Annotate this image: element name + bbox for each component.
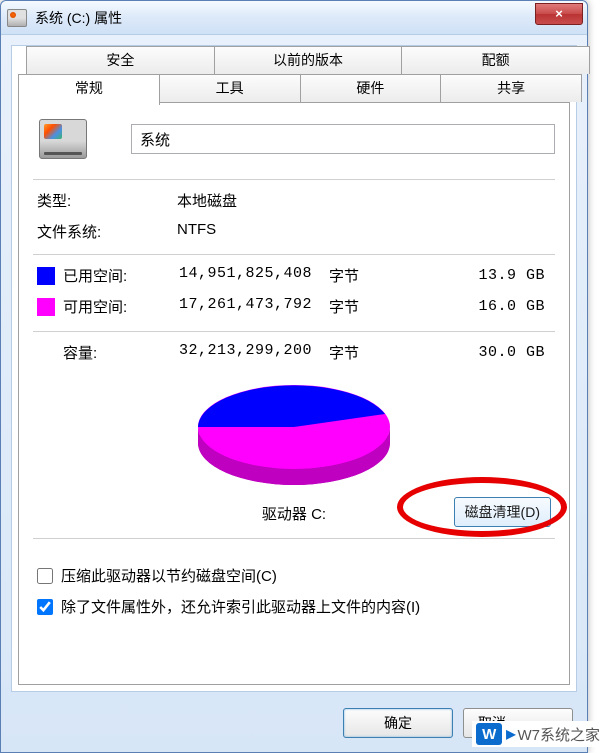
free-unit: 字节 [329, 296, 359, 317]
used-unit: 字节 [329, 265, 359, 286]
tab-sharing[interactable]: 共享 [440, 74, 582, 102]
free-bytes: 17,261,473,792 [179, 296, 312, 317]
filesystem-value: NTFS [177, 221, 555, 242]
drive-icon-large [39, 119, 87, 159]
capacity-bytes: 32,213,299,200 [179, 342, 312, 363]
index-checkbox[interactable] [37, 599, 53, 615]
tab-tools[interactable]: 工具 [159, 74, 301, 102]
disk-cleanup-button[interactable]: 磁盘清理(D) [454, 497, 551, 527]
drive-icon [7, 9, 27, 27]
capacity-gb: 30.0 GB [359, 344, 555, 361]
chevron-right-icon: ▶ [506, 727, 515, 741]
divider [33, 538, 555, 539]
compress-checkbox-row[interactable]: 压缩此驱动器以节约磁盘空间(C) [37, 565, 555, 586]
tab-general[interactable]: 常规 [18, 74, 160, 105]
capacity-unit: 字节 [329, 342, 359, 363]
close-button[interactable]: × [535, 3, 583, 25]
compress-label: 压缩此驱动器以节约磁盘空间(C) [61, 565, 277, 586]
properties-dialog: 系统 (C:) 属性 × 安全 以前的版本 配额 常规 工具 硬件 共享 [0, 0, 588, 753]
used-label: 已用空间: [63, 265, 179, 286]
tab-hardware[interactable]: 硬件 [300, 74, 442, 102]
divider [33, 179, 555, 180]
divider [33, 254, 555, 255]
used-swatch [37, 267, 55, 285]
type-value: 本地磁盘 [177, 190, 555, 211]
type-label: 类型: [37, 190, 177, 211]
tab-general-panel: 类型: 本地磁盘 文件系统: NTFS 已用空间: 14,951,825,408… [18, 102, 570, 685]
watermark-badge: W [476, 723, 502, 745]
capacity-label: 容量: [63, 342, 179, 363]
divider [33, 331, 555, 332]
ok-button[interactable]: 确定 [343, 708, 453, 738]
close-icon: × [555, 6, 563, 21]
filesystem-label: 文件系统: [37, 221, 177, 242]
pie-svg [189, 377, 399, 497]
drive-letter-label: 驱动器 C: [262, 503, 326, 524]
free-swatch [37, 298, 55, 316]
window-title: 系统 (C:) 属性 [35, 8, 122, 28]
volume-name-input[interactable] [131, 124, 555, 154]
free-label: 可用空间: [63, 296, 179, 317]
tab-previous-versions[interactable]: 以前的版本 [214, 46, 403, 74]
tab-quota[interactable]: 配额 [401, 46, 590, 74]
tab-security[interactable]: 安全 [26, 46, 215, 74]
free-gb: 16.0 GB [359, 298, 555, 315]
content-area: 安全 以前的版本 配额 常规 工具 硬件 共享 类型: 本地磁盘 文件系统: [11, 45, 577, 692]
used-gb: 13.9 GB [359, 267, 555, 284]
index-checkbox-row[interactable]: 除了文件属性外，还允许索引此驱动器上文件的内容(I) [37, 596, 555, 617]
watermark-text: W7系统之家 [517, 724, 600, 745]
index-label: 除了文件属性外，还允许索引此驱动器上文件的内容(I) [61, 596, 420, 617]
used-bytes: 14,951,825,408 [179, 265, 312, 286]
watermark: W ▶ W7系统之家 [472, 721, 602, 747]
tab-strip: 安全 以前的版本 配额 常规 工具 硬件 共享 [12, 46, 576, 102]
usage-pie-chart: 驱动器 C: 磁盘清理(D) [33, 377, 555, 524]
compress-checkbox[interactable] [37, 568, 53, 584]
titlebar[interactable]: 系统 (C:) 属性 × [1, 1, 587, 35]
